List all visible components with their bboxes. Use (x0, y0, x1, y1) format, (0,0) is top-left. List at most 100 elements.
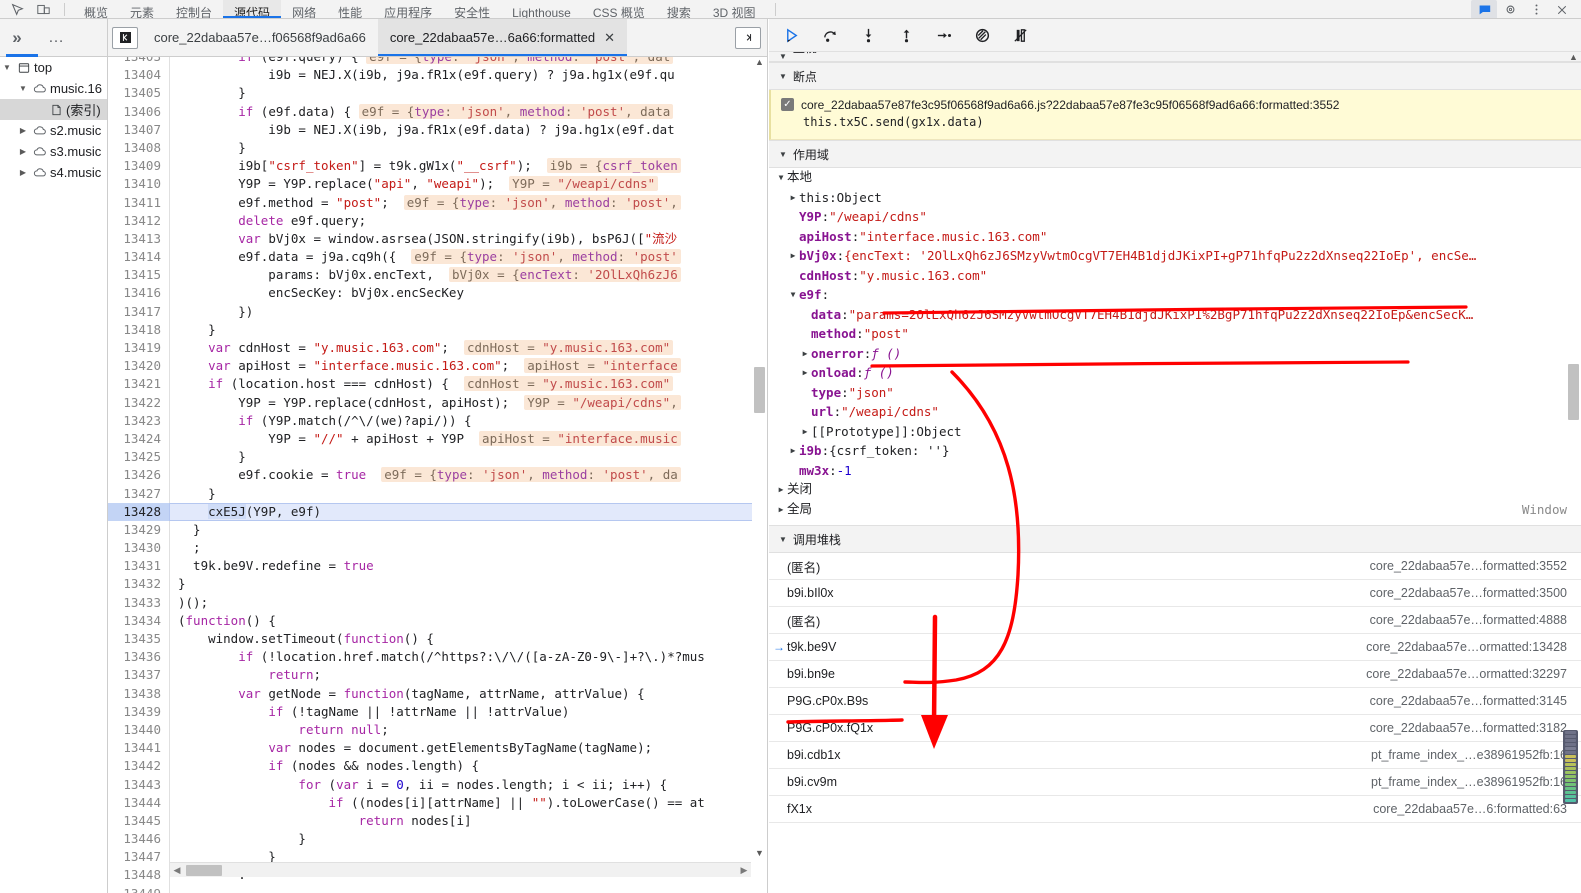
scope-entry-Y9P[interactable]: Y9P: "/weapi/cdns" (769, 207, 1581, 227)
chevron-right-icon[interactable]: ▶ (799, 344, 811, 364)
line-number[interactable]: 13404 (108, 66, 170, 85)
step-over-next-function-call-icon[interactable] (819, 24, 841, 46)
line-number[interactable]: 13429 (108, 520, 170, 540)
resume-script-execution-icon[interactable] (781, 24, 803, 46)
breakpoint-checkbox[interactable]: ✓ (781, 98, 794, 111)
navigator-more-icon[interactable]: … (48, 23, 66, 53)
tree-item-s4.music[interactable]: ▶ s4.music (0, 162, 107, 183)
code-line[interactable]: 13415 params: bVj0x.encText, bVj0x = {en… (108, 266, 767, 285)
line-number[interactable]: 13416 (108, 284, 170, 303)
code-line[interactable]: 13433)(); (108, 593, 767, 612)
tab-sources[interactable]: 源代码 (223, 0, 282, 18)
code-line[interactable]: 13417 }) (108, 302, 767, 321)
debugger-vertical-scrollbar[interactable]: ▲ (1563, 52, 1581, 893)
line-number[interactable]: 13419 (108, 339, 170, 358)
line-number[interactable]: 13442 (108, 757, 170, 776)
editor-tab-core-raw[interactable]: core_22dabaa57e…f06568f9ad6a66 (142, 19, 378, 56)
code-line[interactable]: 13437 return; (108, 666, 767, 685)
chevron-right-icon[interactable]: ▶ (16, 126, 30, 135)
editor-vscroll-thumb[interactable] (754, 367, 765, 413)
line-number[interactable]: 13413 (108, 229, 170, 249)
scope-entry-this[interactable]: ▶ this: Object (769, 188, 1581, 208)
close-icon[interactable] (1549, 0, 1575, 18)
chevron-right-icon[interactable]: ▶ (16, 168, 30, 177)
line-number[interactable]: 13410 (108, 175, 170, 194)
code-line[interactable]: 13419 var cdnHost = "y.music.163.com"; c… (108, 339, 767, 358)
scope-entry-method[interactable]: method: "post" (769, 324, 1581, 344)
debugger-vscroll-thumb[interactable] (1568, 364, 1579, 420)
line-number[interactable]: 13421 (108, 375, 170, 394)
code-line[interactable]: 13443 for (var i = 0, ii = nodes.length;… (108, 775, 767, 794)
tab-search[interactable]: 搜索 (656, 0, 702, 18)
code-line[interactable]: 13421 if (location.host === cdnHost) { c… (108, 375, 767, 394)
breakpoints-section-header[interactable]: ▼ 断点 (769, 62, 1581, 90)
line-number[interactable]: 13406 (108, 102, 170, 121)
code-line[interactable]: 13424 Y9P = "//" + apiHost + Y9P apiHost… (108, 429, 767, 449)
code-line[interactable]: 13418 } (108, 320, 767, 339)
chevron-right-icon[interactable]: ▶ (787, 246, 799, 266)
tab-lighthouse[interactable]: Lighthouse (501, 0, 582, 18)
deactivate-breakpoints-icon[interactable] (971, 24, 993, 46)
call-stack-frame[interactable]: → t9k.be9V core_22dabaa57e…ormatted:13428 (769, 634, 1581, 661)
chevron-down-icon[interactable]: ▼ (0, 63, 14, 72)
code-line[interactable]: 13422 Y9P = Y9P.replace(cdnHost, apiHost… (108, 393, 767, 412)
code-line[interactable]: 13445 return nodes[i] (108, 811, 767, 831)
line-number[interactable]: 13435 (108, 630, 170, 649)
scope-entry-onerror[interactable]: ▶ onerror: ƒ () (769, 344, 1581, 364)
line-number[interactable]: 13436 (108, 648, 170, 667)
editor-hscroll-thumb[interactable] (186, 864, 222, 876)
code-line[interactable]: 13427 } (108, 484, 767, 503)
scroll-up-icon[interactable]: ▲ (1566, 52, 1581, 65)
call-stack-frame[interactable]: b9i.bIl0x core_22dabaa57e…formatted:3500 (769, 580, 1581, 607)
call-stack-frame[interactable]: b9i.cdb1x pt_frame_index_…e38961952fb:16 (769, 742, 1581, 769)
code-line[interactable]: 13423 if (Y9P.match(/^\/(we)?api/)) { (108, 411, 767, 430)
line-number[interactable]: 13425 (108, 448, 170, 467)
scope-entry-data[interactable]: data: "params=2OlLxQh6zJ6SMzyVwtmOcgVT7E… (769, 305, 1581, 325)
editor-tab-core-formatted[interactable]: core_22dabaa57e…6a66:formatted ✕ (377, 19, 628, 56)
breakpoint-item[interactable]: ✓ core_22dabaa57e87fe3c95f06568f9ad6a66.… (769, 90, 1581, 140)
code-line[interactable]: 13407 i9b = NEJ.X(i9b, j9a.fR1x(e9f.data… (108, 120, 767, 139)
code-line[interactable]: 13412 delete e9f.query; (108, 211, 767, 230)
line-number[interactable]: 13407 (108, 120, 170, 139)
chevron-right-icon[interactable]: ▶ (799, 422, 811, 442)
code-line[interactable]: 13435 window.setTimeout(function() { (108, 630, 767, 649)
code-line[interactable]: 13413 var bVj0x = window.asrsea(JSON.str… (108, 229, 767, 249)
device-toolbar-icon[interactable] (30, 0, 56, 18)
scope-group-local[interactable]: ▼ 本地 (769, 168, 1581, 188)
code-line[interactable]: 13411 e9f.method = "post"; e9f = {type: … (108, 193, 767, 212)
code-line[interactable]: 13414 e9f.data = j9a.cq9h({ e9f = {type:… (108, 248, 767, 267)
watch-section-header[interactable]: ▼ 监视 (769, 52, 1581, 62)
code-line[interactable]: 13432} (108, 575, 767, 594)
code-line[interactable]: 13444 if ((nodes[i][attrName] || "").toL… (108, 793, 767, 812)
chevron-down-icon[interactable]: ▼ (787, 285, 799, 305)
tab-console[interactable]: 控制台 (165, 0, 223, 18)
line-number[interactable]: 13417 (108, 302, 170, 321)
code-line[interactable]: 13439 if (!tagName || !attrName || !attr… (108, 702, 767, 721)
call-stack-frame[interactable]: (匿名) core_22dabaa57e…formatted:3552 (769, 553, 1581, 580)
editor-vertical-scrollbar[interactable]: ▲ ▼ (752, 57, 767, 862)
line-number[interactable]: 13418 (108, 320, 170, 339)
step-icon[interactable] (933, 24, 955, 46)
error-badge-icon[interactable] (1471, 0, 1497, 18)
tree-item-top[interactable]: ▼ top (0, 57, 107, 78)
line-number[interactable]: 13427 (108, 484, 170, 503)
editor-horizontal-scrollbar[interactable]: ◀ ▶ (170, 862, 751, 877)
scope-entry-apiHost[interactable]: apiHost: "interface.music.163.com" (769, 227, 1581, 247)
line-number[interactable]: 13428 (108, 502, 170, 521)
line-number[interactable]: 13415 (108, 266, 170, 285)
line-number[interactable]: 13433 (108, 593, 170, 612)
call-stack-frame[interactable]: (匿名) core_22dabaa57e…formatted:4888 (769, 607, 1581, 634)
code-line[interactable]: 13441 var nodes = document.getElementsBy… (108, 739, 767, 758)
call-stack-frame[interactable]: fX1x core_22dabaa57e…6:formatted:63 (769, 796, 1581, 823)
line-number[interactable]: 13434 (108, 611, 170, 630)
line-number[interactable]: 13403 (108, 57, 170, 67)
line-number[interactable]: 13448 (108, 866, 170, 885)
code-line[interactable]: 13403 if (e9f.query) { e9f = {type: 'jso… (108, 57, 767, 67)
chevron-right-icon[interactable]: ▶ (799, 363, 811, 383)
tree-item-s2.music[interactable]: ▶ s2.music (0, 120, 107, 141)
code-line[interactable]: 13404 i9b = NEJ.X(i9b, j9a.fR1x(e9f.quer… (108, 66, 767, 85)
expand-navigator-icon[interactable]: » (0, 19, 34, 57)
scroll-left-icon[interactable]: ◀ (170, 865, 184, 876)
scope-entry-Prototype[interactable]: ▶ [[Prototype]]: Object (769, 422, 1581, 442)
line-number[interactable]: 13447 (108, 848, 170, 867)
